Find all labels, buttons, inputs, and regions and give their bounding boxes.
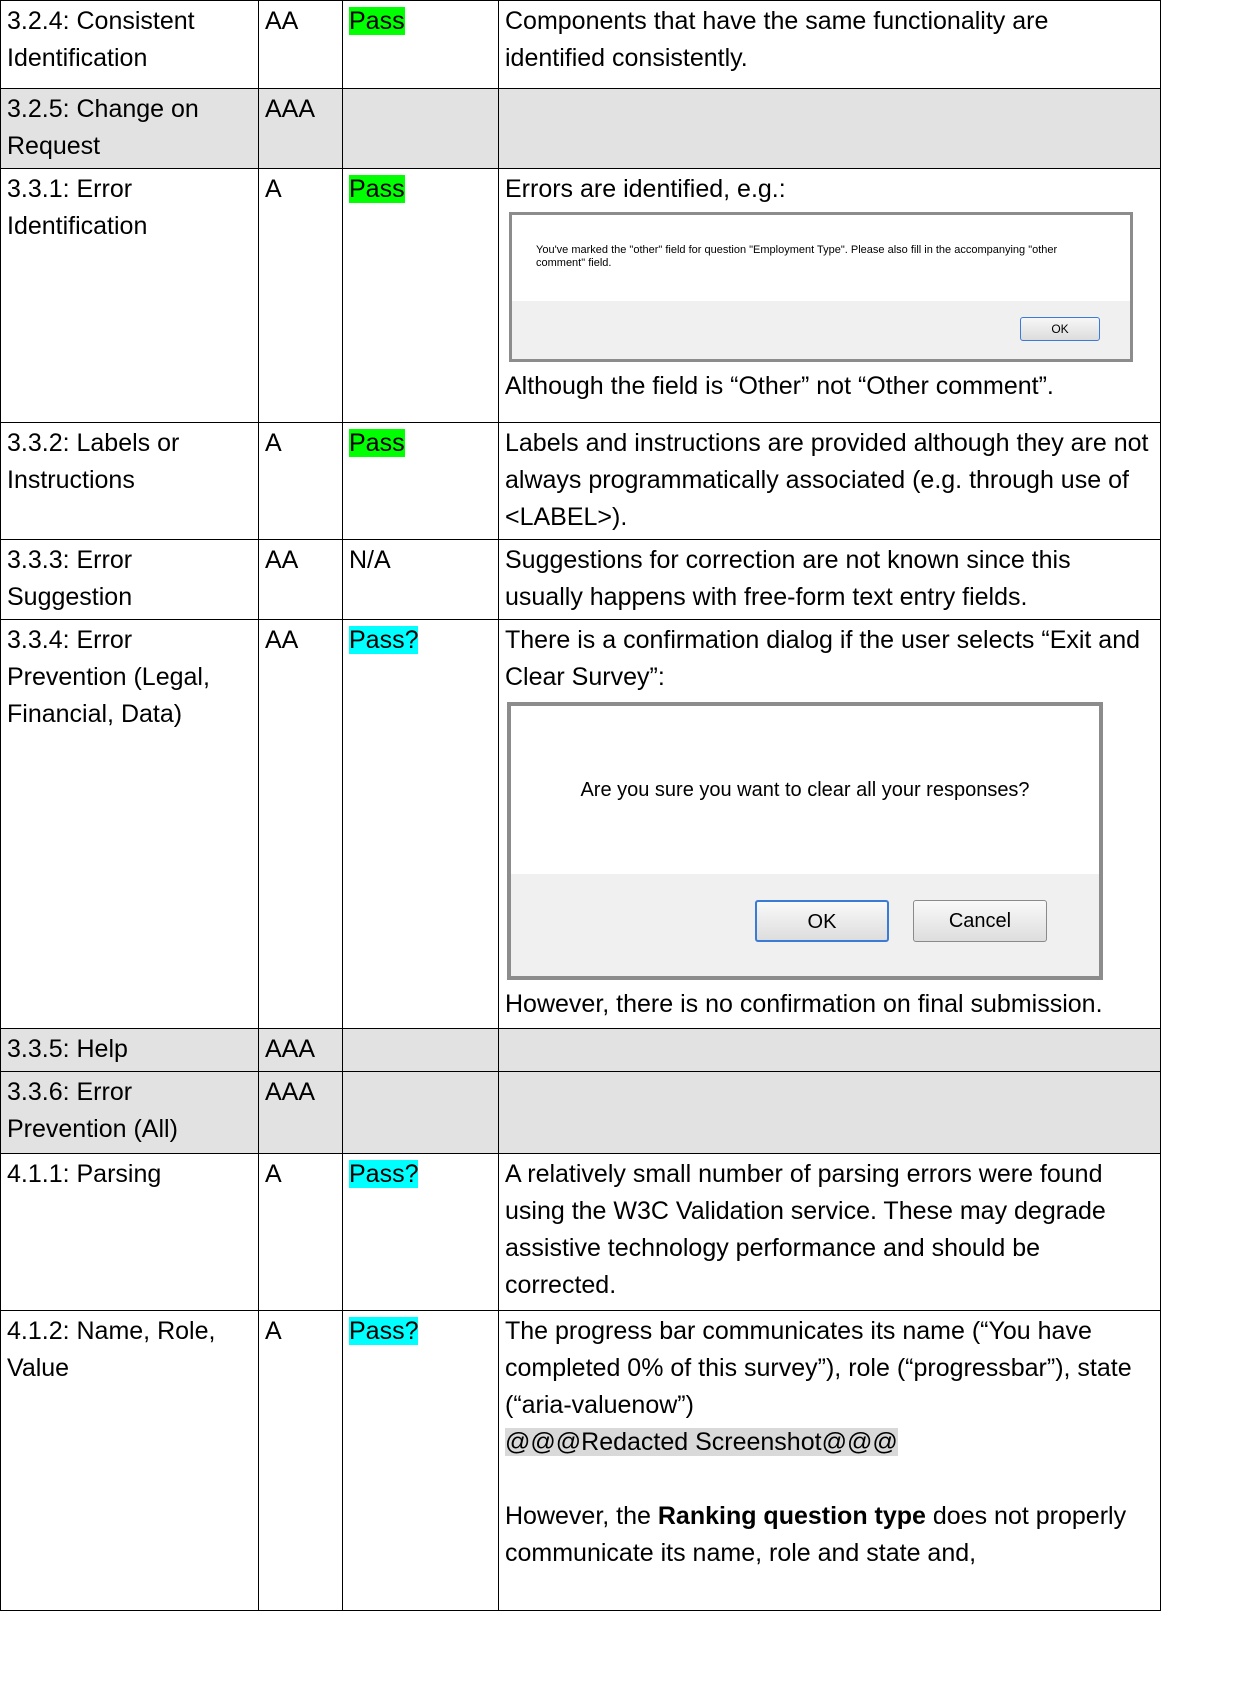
result-badge: Pass?: [349, 1317, 419, 1345]
notes-cell: A relatively small number of parsing err…: [498, 1153, 1161, 1311]
criterion-cell: 4.1.2: Name, Role, Value: [0, 1310, 259, 1611]
result-cell: Pass: [342, 168, 499, 423]
level-cell: AA: [258, 539, 343, 620]
result-cell: N/A: [342, 539, 499, 620]
result-badge: Pass: [349, 429, 405, 457]
confirm-dialog-message: Are you sure you want to clear all your …: [511, 706, 1099, 874]
result-badge: Pass: [349, 7, 405, 35]
table-row: 3.3.3: Error Suggestion AA N/A Suggestio…: [0, 539, 1161, 620]
criterion-cell: 3.3.4: Error Prevention (Legal, Financia…: [0, 619, 259, 1029]
criterion-cell: 3.3.1: Error Identification: [0, 168, 259, 423]
ranking-question-type-emphasis: Ranking question type: [657, 1502, 926, 1530]
table-row: 4.1.1: Parsing A Pass? A relatively smal…: [0, 1153, 1161, 1311]
criterion-cell: 3.3.5: Help: [0, 1028, 259, 1072]
cancel-button: Cancel: [913, 900, 1047, 942]
level-cell: A: [258, 1153, 343, 1311]
level-cell: AAA: [258, 1028, 343, 1072]
level-cell: AAA: [258, 1071, 343, 1154]
ok-button: OK: [755, 900, 889, 942]
criterion-cell: 3.2.4: Consistent Identification: [0, 0, 259, 89]
notes-cell: [498, 88, 1161, 169]
result-cell: Pass?: [342, 1153, 499, 1311]
result-cell: [342, 1071, 499, 1154]
notes-cell: The progress bar communicates its name (…: [498, 1310, 1161, 1611]
result-badge: Pass: [349, 175, 405, 203]
notes-cell: [498, 1071, 1161, 1154]
error-dialog-screenshot: You've marked the "other" field for ques…: [509, 212, 1133, 362]
notes-cell: There is a confirmation dialog if the us…: [498, 619, 1161, 1029]
notes-cell: Labels and instructions are provided alt…: [498, 422, 1161, 540]
table-row: 3.2.5: Change on Request AAA: [0, 88, 1161, 169]
criterion-cell: 3.2.5: Change on Request: [0, 88, 259, 169]
result-cell: [342, 88, 499, 169]
notes-text: However, the Ranking question type does …: [505, 1498, 1154, 1572]
notes-cell: [498, 1028, 1161, 1072]
confirm-dialog-screenshot: Are you sure you want to clear all your …: [507, 702, 1103, 980]
result-badge: Pass?: [349, 1160, 419, 1188]
table-row: 3.3.1: Error Identification A Pass Error…: [0, 168, 1161, 423]
notes-cell: Suggestions for correction are not known…: [498, 539, 1161, 620]
notes-text: Although the field is “Other” not “Other…: [505, 372, 1054, 400]
notes-text-part: However, the: [505, 1502, 658, 1530]
level-cell: AA: [258, 0, 343, 89]
error-dialog-message: You've marked the "other" field for ques…: [512, 215, 1130, 301]
table-row: 3.3.2: Labels or Instructions A Pass Lab…: [0, 422, 1161, 540]
result-cell: Pass: [342, 0, 499, 89]
level-cell: A: [258, 168, 343, 423]
criterion-cell: 3.3.2: Labels or Instructions: [0, 422, 259, 540]
result-badge: Pass?: [349, 626, 419, 654]
table-row: 3.2.4: Consistent Identification AA Pass…: [0, 0, 1161, 89]
table-row: 3.3.4: Error Prevention (Legal, Financia…: [0, 619, 1161, 1029]
table-row: 4.1.2: Name, Role, Value A Pass? The pro…: [0, 1310, 1161, 1611]
notes-text: There is a confirmation dialog if the us…: [505, 626, 1141, 691]
table-row: 3.3.6: Error Prevention (All) AAA: [0, 1071, 1161, 1154]
notes-text: Errors are identified, e.g.:: [505, 175, 786, 203]
criterion-cell: 4.1.1: Parsing: [0, 1153, 259, 1311]
level-cell: A: [258, 422, 343, 540]
notes-cell: Errors are identified, e.g.: You've mark…: [498, 168, 1161, 423]
redacted-screenshot-placeholder: @@@Redacted Screenshot@@@: [505, 1428, 898, 1456]
ok-button: OK: [1020, 317, 1100, 341]
level-cell: AAA: [258, 88, 343, 169]
result-cell: Pass?: [342, 619, 499, 1029]
result-cell: Pass: [342, 422, 499, 540]
criterion-cell: 3.3.3: Error Suggestion: [0, 539, 259, 620]
table-row: 3.3.5: Help AAA: [0, 1028, 1161, 1072]
result-cell: Pass?: [342, 1310, 499, 1611]
criterion-cell: 3.3.6: Error Prevention (All): [0, 1071, 259, 1154]
level-cell: AA: [258, 619, 343, 1029]
notes-cell: Components that have the same functional…: [498, 0, 1161, 89]
level-cell: A: [258, 1310, 343, 1611]
notes-text: The progress bar communicates its name (…: [505, 1317, 1132, 1419]
wcag-evaluation-table: 3.2.4: Consistent Identification AA Pass…: [0, 0, 1161, 1611]
result-cell: [342, 1028, 499, 1072]
notes-text: However, there is no confirmation on fin…: [505, 990, 1103, 1018]
